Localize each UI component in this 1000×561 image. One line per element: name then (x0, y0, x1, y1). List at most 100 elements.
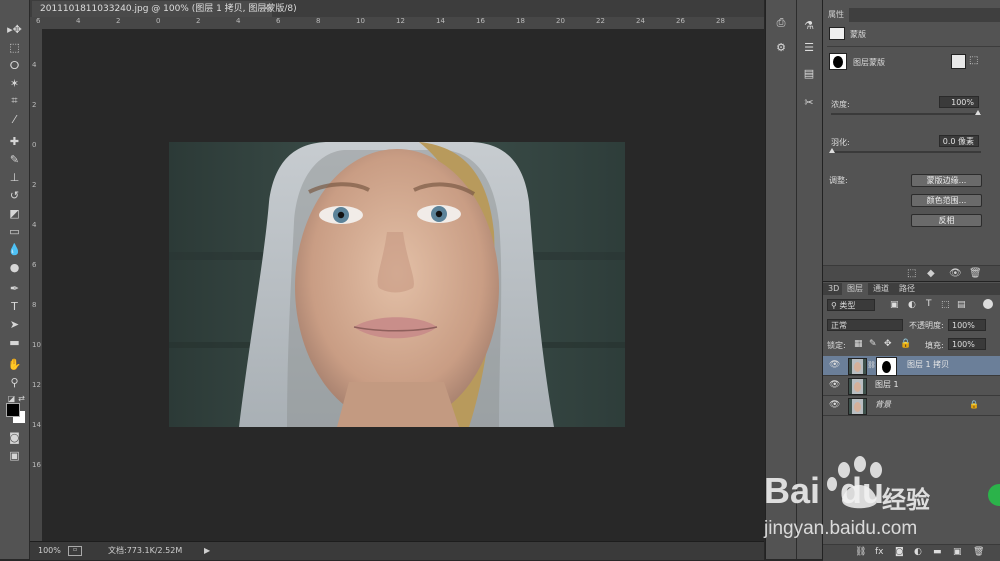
brush-tool-icon[interactable]: ✎ (6, 152, 23, 166)
marquee-tool-icon[interactable]: ⬚ (6, 40, 23, 54)
screen-mode-icon[interactable]: ▣ (6, 448, 23, 462)
ruler-tick-label: 6 (36, 17, 41, 25)
filter-smart-object-icon[interactable]: ▤ (957, 300, 966, 310)
tab-channels[interactable]: 通道 (868, 283, 894, 295)
canvas-area[interactable] (42, 29, 764, 541)
density-slider-thumb[interactable] (975, 110, 981, 115)
adjust-panel-icon[interactable]: ☰ (799, 38, 819, 56)
layer-name[interactable]: 背景 (875, 399, 891, 410)
density-field[interactable]: 100% (939, 96, 979, 108)
type-tool-icon[interactable]: T (6, 299, 23, 313)
tool-presets-icon[interactable]: ✂ (799, 93, 819, 111)
delete-mask-icon[interactable]: 🗑 (969, 268, 982, 279)
eyedropper-tool-icon[interactable]: ⁄ (6, 112, 23, 126)
density-slider[interactable] (831, 113, 981, 115)
fill-field[interactable]: 100% (948, 338, 986, 350)
close-icon[interactable]: × (262, 1, 270, 17)
document-tab[interactable]: 2011101811033240.jpg @ 100% (图层 1 拷贝, 图层… (32, 1, 297, 17)
new-layer-icon[interactable]: ▣ (953, 547, 962, 557)
trash-icon[interactable]: 🗑 (973, 547, 984, 557)
tab-properties[interactable]: 属性 (823, 8, 849, 22)
visibility-icon[interactable]: 👁 (949, 268, 962, 279)
lock-pixels-icon[interactable]: ✎ (869, 339, 877, 349)
layer-thumbnail (848, 398, 867, 415)
mask-icon[interactable]: ◙ (895, 547, 904, 557)
tab-paths[interactable]: 路径 (894, 283, 920, 295)
apply-mask-icon[interactable]: ◆ (927, 268, 935, 279)
feather-slider[interactable] (831, 151, 981, 153)
zoom-level[interactable]: 100% (38, 542, 61, 559)
layer-row[interactable]: 👁 背景 🔒 (823, 396, 1000, 416)
shape-tool-icon[interactable]: ▬ (6, 335, 23, 349)
ruler-tick-label: 2 (32, 181, 37, 189)
layer-visibility-eye-icon[interactable]: 👁 (829, 360, 840, 370)
color-range-button[interactable]: 颜色范围... (911, 194, 982, 207)
mask-link-icon[interactable]: ⛓ (867, 361, 876, 369)
ruler-tick-label: 10 (356, 17, 365, 25)
blend-mode-select[interactable]: 正常 (827, 319, 903, 331)
eraser-tool-icon[interactable]: ◩ (6, 206, 23, 220)
layer-name[interactable]: 图层 1 拷贝 (907, 359, 949, 370)
lasso-tool-icon[interactable]: ⵔ (6, 58, 23, 72)
blur-tool-icon[interactable]: 💧 (6, 242, 23, 256)
crop-tool-icon[interactable]: ⌗ (6, 94, 23, 108)
layer-name[interactable]: 图层 1 (875, 379, 899, 390)
vector-mask-icon[interactable]: ⬚ (969, 55, 978, 66)
density-label: 浓度: (831, 100, 850, 109)
lock-label: 锁定: (827, 341, 846, 350)
brush-presets-icon[interactable]: ⚗ (799, 16, 819, 34)
layer-visibility-eye-icon[interactable]: 👁 (829, 400, 840, 410)
ruler-tick-label: 6 (276, 17, 281, 25)
quick-mask-icon[interactable]: ◙ (6, 430, 23, 444)
mask-type-icon (829, 27, 845, 40)
document-info: 文档:773.1K/2.52M (108, 546, 183, 555)
history-brush-icon[interactable]: ↺ (6, 188, 23, 202)
status-menu-arrow-icon[interactable]: ▶ (204, 542, 210, 559)
mask-thumbnail[interactable] (829, 53, 847, 70)
lock-position-icon[interactable]: ✥ (884, 339, 892, 349)
document-image[interactable] (169, 142, 625, 427)
filter-pixel-icon[interactable]: ▣ (890, 300, 899, 310)
layer-filter-select[interactable]: ⚲ 类型 (827, 299, 875, 311)
fx-icon[interactable]: fx (875, 547, 884, 557)
healing-brush-icon[interactable]: ✚ (6, 134, 23, 148)
move-tool-icon[interactable]: ▸✥ (6, 22, 23, 36)
opacity-field[interactable]: 100% (948, 319, 986, 331)
filter-shape-icon[interactable]: ⬚ (941, 300, 950, 310)
feather-field[interactable]: 0.0 像素 (939, 135, 979, 147)
mask-edge-button[interactable]: 蒙版边缘... (911, 174, 982, 187)
pixel-mask-icon[interactable] (951, 54, 966, 69)
layer-mask-thumbnail[interactable] (876, 357, 897, 376)
invert-button[interactable]: 反相 (911, 214, 982, 227)
gradient-tool-icon[interactable]: ▭ (6, 224, 23, 238)
zoom-tool-icon[interactable]: ⚲ (6, 375, 23, 389)
group-icon[interactable]: ▬ (933, 547, 942, 557)
layer-comps-icon[interactable]: ▤ (799, 64, 819, 82)
feather-slider-thumb[interactable] (829, 148, 835, 153)
history-panel-icon[interactable]: ⎙ (771, 14, 791, 32)
link-icon[interactable]: ⛓ (855, 547, 866, 557)
filter-adjustment-icon[interactable]: ◐ (908, 300, 916, 310)
actions-panel-icon[interactable]: ⚙ (771, 38, 791, 56)
magic-wand-icon[interactable]: ✶ (6, 76, 23, 90)
adjustment-icon[interactable]: ◐ (914, 547, 922, 557)
layer-row[interactable]: 👁 ⛓ 图层 1 拷贝 (823, 356, 1000, 376)
stamp-tool-icon[interactable]: ⊥ (6, 170, 23, 184)
lock-all-icon[interactable]: 🔒 (900, 339, 911, 349)
lock-transparent-icon[interactable]: ▦ (854, 339, 863, 349)
watermark-suffix: 经验 (882, 486, 930, 514)
hand-tool-icon[interactable]: ✋ (6, 357, 23, 371)
dodge-tool-icon[interactable]: ● (6, 260, 23, 274)
filter-type-icon[interactable]: T (926, 299, 932, 309)
pen-tool-icon[interactable]: ✒ (6, 281, 23, 295)
preview-icon[interactable]: ▫ (68, 546, 82, 556)
path-select-icon[interactable]: ➤ (6, 317, 23, 331)
load-selection-icon[interactable]: ⬚ (907, 268, 916, 279)
ruler-tick-label: 14 (436, 17, 445, 25)
watermark-url: jingyan.baidu.com (764, 518, 918, 539)
foreground-color-swatch[interactable] (6, 403, 20, 417)
layer-row[interactable]: 👁 图层 1 (823, 376, 1000, 396)
layer-visibility-eye-icon[interactable]: 👁 (829, 380, 840, 390)
tab-layers[interactable]: 图层 (842, 283, 868, 295)
filter-toggle-icon[interactable] (983, 299, 993, 309)
